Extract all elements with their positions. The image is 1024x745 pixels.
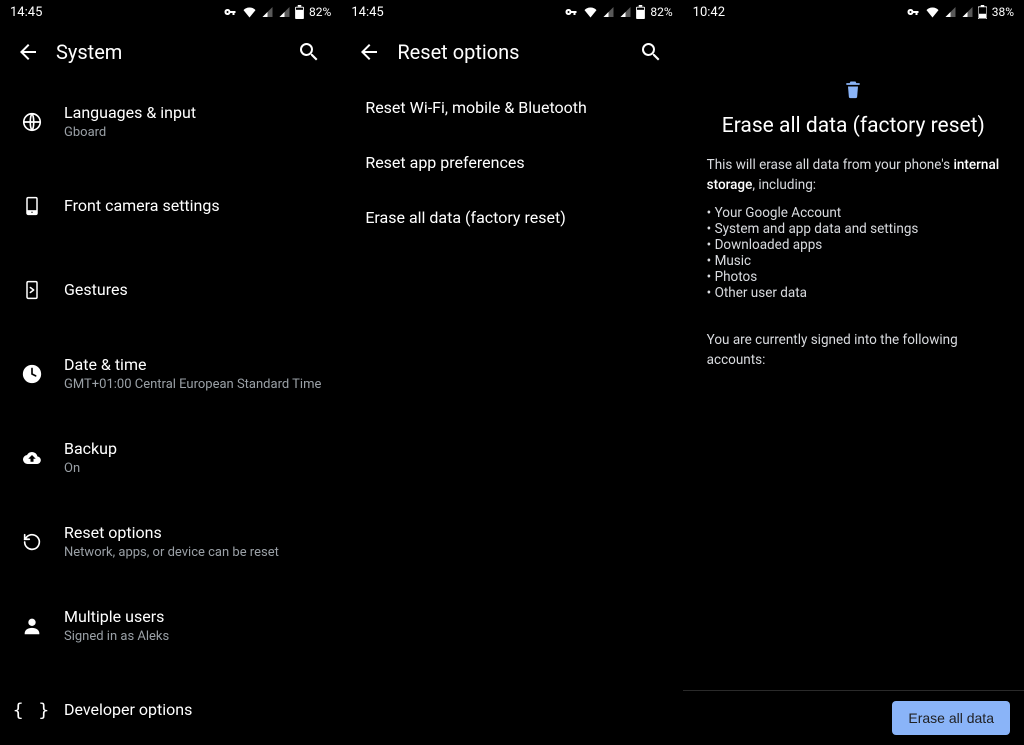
wifi-icon xyxy=(583,6,598,18)
language-icon xyxy=(21,111,43,133)
search-icon xyxy=(639,40,663,64)
item-subtitle: Signed in as Aleks xyxy=(64,629,169,646)
header: Reset options xyxy=(341,24,682,80)
item-title: Reset app preferences xyxy=(365,153,524,172)
erase-all-data-button[interactable]: Erase all data xyxy=(892,701,1010,735)
status-icons: 38% xyxy=(905,5,1014,19)
battery-icon xyxy=(295,5,304,19)
item-erase-all-data[interactable]: Erase all data (factory reset) xyxy=(341,190,682,245)
phone-front-icon xyxy=(22,195,42,217)
status-battery: 82% xyxy=(309,5,331,19)
item-reset-network[interactable]: Reset Wi-Fi, mobile & Bluetooth xyxy=(341,80,682,135)
item-gestures[interactable]: Gestures xyxy=(0,248,341,332)
item-front-camera[interactable]: Front camera settings xyxy=(0,164,341,248)
signal-icon-2 xyxy=(961,6,974,18)
person-icon xyxy=(21,615,43,637)
screen-system: 14:45 82% System xyxy=(0,0,341,745)
status-battery: 82% xyxy=(650,5,672,19)
back-button[interactable] xyxy=(4,28,52,76)
search-button[interactable] xyxy=(627,28,675,76)
status-time: 10:42 xyxy=(693,5,725,20)
signal-icon-1 xyxy=(944,6,957,18)
back-button[interactable] xyxy=(345,28,393,76)
screen-erase-all-data: 10:42 38% Erase all data (factory reset)… xyxy=(683,0,1024,745)
erase-description: This will erase all data from your phone… xyxy=(707,156,1000,195)
bullet-item: Music xyxy=(707,253,1000,269)
erase-title: Erase all data (factory reset) xyxy=(707,114,1000,138)
item-subtitle: Gboard xyxy=(64,125,196,142)
reset-icon xyxy=(21,531,43,553)
erase-content: Erase all data (factory reset) This will… xyxy=(683,24,1024,690)
item-developer-options[interactable]: { } Developer options xyxy=(0,668,341,745)
bullet-item: Photos xyxy=(707,269,1000,285)
item-title: Gestures xyxy=(64,280,128,300)
page-title: Reset options xyxy=(393,40,626,64)
reset-options-list: Reset Wi-Fi, mobile & Bluetooth Reset ap… xyxy=(341,80,682,745)
status-bar: 10:42 38% xyxy=(683,0,1024,24)
signal-icon-1 xyxy=(602,6,615,18)
signal-icon-2 xyxy=(619,6,632,18)
item-subtitle: Network, apps, or device can be reset xyxy=(64,545,279,562)
erase-signed-accounts: You are currently signed into the follow… xyxy=(707,331,1000,370)
item-title: Multiple users xyxy=(64,607,169,627)
bullet-item: System and app data and settings xyxy=(707,221,1000,237)
status-bar: 14:45 82% xyxy=(341,0,682,24)
vpn-key-icon xyxy=(563,6,579,18)
item-title: Reset options xyxy=(64,523,279,543)
item-title: Date & time xyxy=(64,355,321,375)
status-time: 14:45 xyxy=(10,5,42,20)
item-title: Backup xyxy=(64,439,117,459)
status-icons: 82% xyxy=(222,5,331,19)
item-backup[interactable]: Backup On xyxy=(0,416,341,500)
search-icon xyxy=(297,40,321,64)
item-subtitle: On xyxy=(64,461,117,478)
item-multiple-users[interactable]: Multiple users Signed in as Aleks xyxy=(0,584,341,668)
item-title: Languages & input xyxy=(64,103,196,123)
item-title: Reset Wi-Fi, mobile & Bluetooth xyxy=(365,98,586,117)
item-title: Erase all data (factory reset) xyxy=(365,208,565,227)
item-reset-app-prefs[interactable]: Reset app preferences xyxy=(341,135,682,190)
item-date-time[interactable]: Date & time GMT+01:00 Central European S… xyxy=(0,332,341,416)
trash-icon xyxy=(843,78,863,100)
item-subtitle: GMT+01:00 Central European Standard Time xyxy=(64,377,321,394)
vpn-key-icon xyxy=(905,6,921,18)
item-title: Developer options xyxy=(64,700,192,720)
battery-icon xyxy=(636,5,645,19)
erase-bullets: Your Google Account System and app data … xyxy=(707,205,1000,301)
signal-icon-2 xyxy=(278,6,291,18)
status-bar: 14:45 82% xyxy=(0,0,341,24)
clock-icon xyxy=(21,363,43,385)
bullet-item: Downloaded apps xyxy=(707,237,1000,253)
header: System xyxy=(0,24,341,80)
status-battery: 38% xyxy=(992,5,1014,19)
cloud-upload-icon xyxy=(20,449,44,467)
status-time: 14:45 xyxy=(351,5,383,20)
bottom-bar: Erase all data xyxy=(683,690,1024,745)
item-title: Front camera settings xyxy=(64,196,220,216)
screen-reset-options: 14:45 82% Reset options Reset Wi-Fi, xyxy=(341,0,682,745)
arrow-back-icon xyxy=(16,40,40,64)
item-reset-options[interactable]: Reset options Network, apps, or device c… xyxy=(0,500,341,584)
gestures-icon xyxy=(22,279,42,301)
bullet-item: Other user data xyxy=(707,285,1000,301)
item-languages-input[interactable]: Languages & input Gboard xyxy=(0,80,341,164)
wifi-icon xyxy=(242,6,257,18)
battery-icon xyxy=(978,5,987,19)
page-title: System xyxy=(52,40,285,64)
bullet-item: Your Google Account xyxy=(707,205,1000,221)
status-icons: 82% xyxy=(563,5,672,19)
wifi-icon xyxy=(925,6,940,18)
search-button[interactable] xyxy=(285,28,333,76)
vpn-key-icon xyxy=(222,6,238,18)
signal-icon-1 xyxy=(261,6,274,18)
arrow-back-icon xyxy=(357,40,381,64)
settings-list: Languages & input Gboard Front camera se… xyxy=(0,80,341,745)
code-braces-icon: { } xyxy=(13,700,52,721)
